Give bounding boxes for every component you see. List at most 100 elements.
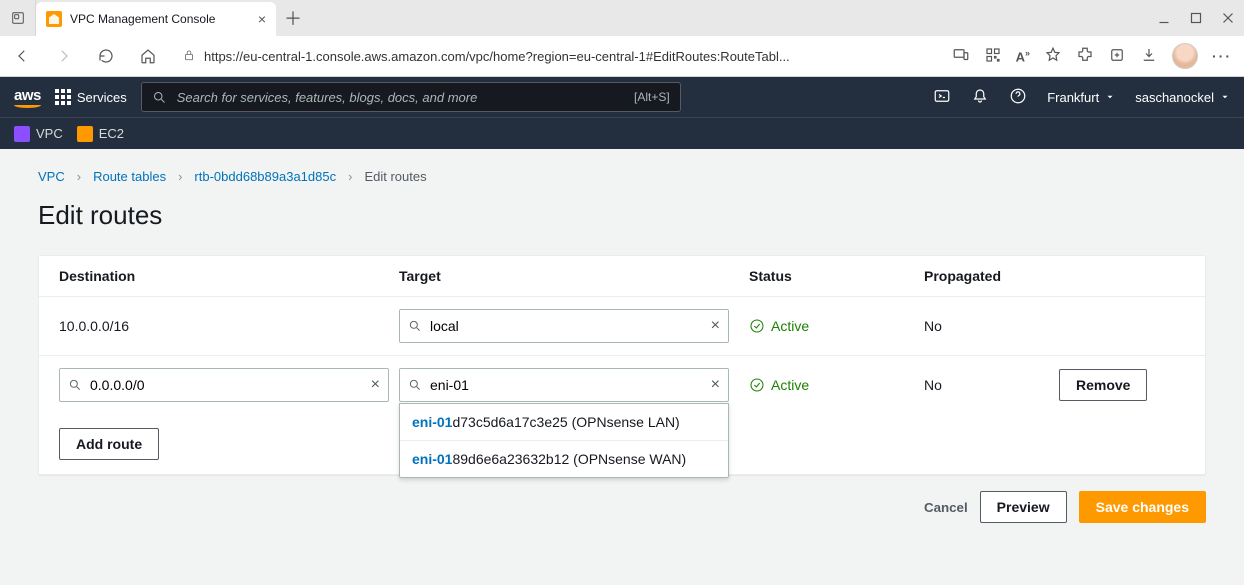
table-row: × × eni-01d73c5d6a17c3e25 (OPNsense LAN): [39, 356, 1205, 414]
back-button[interactable]: [6, 40, 38, 72]
propagated-value: No: [924, 318, 1059, 334]
favorites-icon[interactable]: [1044, 46, 1062, 67]
new-tab-button[interactable]: ＋: [276, 5, 310, 31]
cancel-button[interactable]: Cancel: [924, 500, 968, 515]
breadcrumb-rtb[interactable]: rtb-0bdd68b89a3a1d85c: [194, 169, 336, 184]
destination-value: 10.0.0.0/16: [59, 318, 399, 334]
add-route-button[interactable]: Add route: [59, 428, 159, 460]
text-size-icon[interactable]: A»: [1016, 48, 1030, 64]
browser-tab[interactable]: VPC Management Console ×: [36, 2, 276, 36]
home-button[interactable]: [132, 40, 164, 72]
search-placeholder: Search for services, features, blogs, do…: [177, 90, 478, 105]
user-label: saschanockel: [1135, 90, 1214, 105]
browser-address-row: https://eu-central-1.console.aws.amazon.…: [0, 36, 1244, 76]
ec2-service-icon: [77, 126, 93, 142]
account-menu[interactable]: saschanockel: [1135, 90, 1230, 105]
vpc-service-icon: [14, 126, 30, 142]
status-badge: Active: [749, 377, 924, 393]
routes-table: Destination Target Status Propagated 10.…: [39, 256, 1205, 474]
subnav-ec2[interactable]: EC2: [77, 126, 124, 142]
browser-tab-row: VPC Management Console × ＋: [0, 0, 1244, 36]
save-changes-button[interactable]: Save changes: [1079, 491, 1206, 523]
dropdown-option[interactable]: eni-0189d6e6a23632b12 (OPNsense WAN): [400, 441, 728, 477]
destination-select[interactable]: ×: [59, 368, 389, 402]
collections-icon[interactable]: [1108, 46, 1126, 67]
more-menu-icon[interactable]: ···: [1212, 48, 1232, 64]
target-select[interactable]: ×: [399, 309, 729, 343]
extensions-icon[interactable]: [1076, 46, 1094, 67]
minimize-window-button[interactable]: [1148, 2, 1180, 34]
forward-button[interactable]: [48, 40, 80, 72]
device-emulation-icon[interactable]: [952, 46, 970, 67]
chevron-down-icon: [1105, 92, 1115, 102]
chevron-down-icon: [1220, 92, 1230, 102]
routes-panel: Destination Target Status Propagated 10.…: [38, 255, 1206, 475]
page-actions: Cancel Preview Save changes: [0, 475, 1244, 523]
col-destination: Destination: [59, 268, 399, 284]
destination-input[interactable]: [90, 377, 363, 393]
target-input[interactable]: [430, 377, 703, 393]
subnav-vpc-label: VPC: [36, 126, 63, 141]
target-input[interactable]: [430, 318, 703, 334]
col-target: Target: [399, 268, 749, 284]
target-dropdown: eni-01d73c5d6a17c3e25 (OPNsense LAN) eni…: [399, 403, 729, 478]
breadcrumb: VPC › Route tables › rtb-0bdd68b89a3a1d8…: [38, 169, 1206, 184]
preview-button[interactable]: Preview: [980, 491, 1067, 523]
qr-icon[interactable]: [984, 46, 1002, 67]
search-icon: [68, 378, 82, 392]
check-circle-icon: [749, 377, 765, 393]
region-label: Frankfurt: [1047, 90, 1099, 105]
clear-icon[interactable]: ×: [711, 317, 720, 335]
aws-top-nav: aws Services Search for services, featur…: [0, 77, 1244, 117]
col-propagated: Propagated: [924, 268, 1059, 284]
search-icon: [408, 378, 422, 392]
breadcrumb-sep: ›: [77, 169, 81, 184]
table-row: 10.0.0.0/16 × Active No: [39, 297, 1205, 356]
breadcrumb-sep: ›: [348, 169, 352, 184]
services-label: Services: [77, 90, 127, 105]
aws-search[interactable]: Search for services, features, blogs, do…: [141, 82, 681, 112]
table-header-row: Destination Target Status Propagated: [39, 256, 1205, 297]
aws-subnav: VPC EC2: [0, 117, 1244, 149]
close-window-button[interactable]: [1212, 2, 1244, 34]
profile-avatar[interactable]: [1172, 43, 1198, 69]
target-select[interactable]: × eni-01d73c5d6a17c3e25 (OPNsense LAN) e…: [399, 368, 729, 402]
maximize-window-button[interactable]: [1180, 2, 1212, 34]
browser-chrome: VPC Management Console × ＋ https://eu-ce…: [0, 0, 1244, 77]
clear-icon[interactable]: ×: [711, 376, 720, 394]
col-status: Status: [749, 268, 924, 284]
status-badge: Active: [749, 318, 924, 334]
propagated-value: No: [924, 377, 1059, 393]
lock-icon: [182, 48, 196, 65]
breadcrumb-route-tables[interactable]: Route tables: [93, 169, 166, 184]
check-circle-icon: [749, 318, 765, 334]
clear-icon[interactable]: ×: [371, 376, 380, 394]
search-icon: [152, 90, 167, 105]
subnav-vpc[interactable]: VPC: [14, 126, 63, 142]
search-shortcut: [Alt+S]: [634, 90, 670, 104]
page-title: Edit routes: [38, 200, 1206, 231]
notifications-icon[interactable]: [971, 87, 989, 108]
cloudshell-icon[interactable]: [933, 87, 951, 108]
search-icon: [408, 319, 422, 333]
remove-route-button[interactable]: Remove: [1059, 369, 1147, 401]
breadcrumb-sep: ›: [178, 169, 182, 184]
region-selector[interactable]: Frankfurt: [1047, 90, 1115, 105]
refresh-button[interactable]: [90, 40, 122, 72]
subnav-ec2-label: EC2: [99, 126, 124, 141]
browser-toolbar-right: A» ···: [952, 43, 1238, 69]
aws-logo[interactable]: aws: [14, 87, 41, 108]
address-bar[interactable]: https://eu-central-1.console.aws.amazon.…: [174, 41, 942, 71]
grid-icon: [55, 89, 71, 105]
downloads-icon[interactable]: [1140, 46, 1158, 67]
close-tab-icon[interactable]: ×: [258, 11, 266, 27]
address-url: https://eu-central-1.console.aws.amazon.…: [204, 49, 934, 64]
services-menu[interactable]: Services: [55, 89, 127, 105]
tab-actions-button[interactable]: [0, 0, 36, 36]
help-icon[interactable]: [1009, 87, 1027, 108]
dropdown-option[interactable]: eni-01d73c5d6a17c3e25 (OPNsense LAN): [400, 404, 728, 441]
tab-title: VPC Management Console: [70, 12, 250, 26]
breadcrumb-vpc[interactable]: VPC: [38, 169, 65, 184]
breadcrumb-current: Edit routes: [364, 169, 426, 184]
page-content: VPC › Route tables › rtb-0bdd68b89a3a1d8…: [0, 149, 1244, 553]
